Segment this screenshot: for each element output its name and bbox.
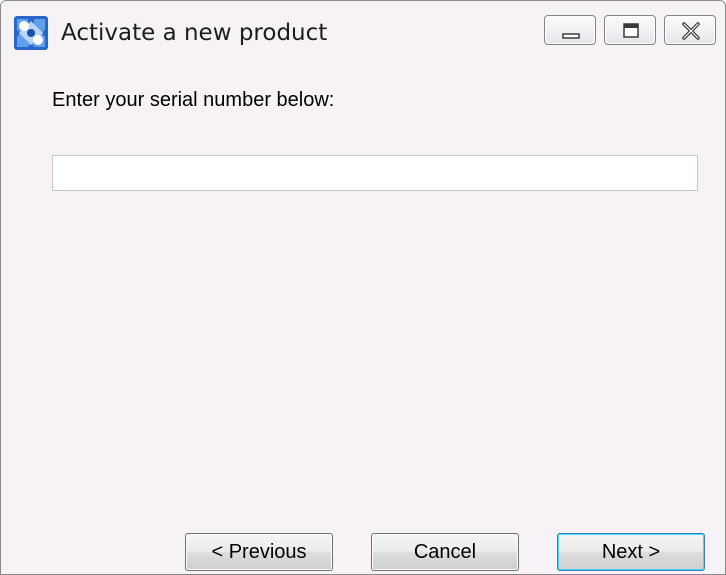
previous-button[interactable]: < Previous xyxy=(185,533,333,571)
serial-number-input[interactable] xyxy=(52,155,698,191)
title-bar[interactable]: Activate a new product xyxy=(1,1,725,69)
serial-number-prompt: Enter your serial number below: xyxy=(52,89,335,111)
minimize-button[interactable] xyxy=(544,15,596,45)
close-button[interactable] xyxy=(664,15,716,45)
next-button[interactable]: Next > xyxy=(557,533,705,571)
cancel-button[interactable]: Cancel xyxy=(371,533,519,571)
activation-dialog-window: Activate a new product Enter your serial… xyxy=(0,0,726,575)
window-title: Activate a new product xyxy=(61,20,328,46)
puzzle-app-icon xyxy=(13,15,49,51)
maximize-button[interactable] xyxy=(604,15,656,45)
